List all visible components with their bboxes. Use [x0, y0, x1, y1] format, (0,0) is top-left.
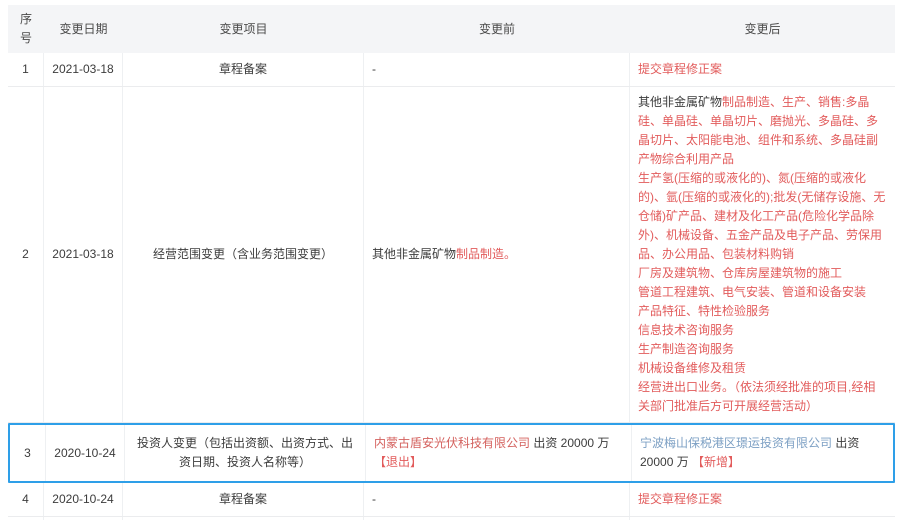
scope-paragraph: 其他非金属矿物制品制造、生产、销售:多晶硅、单晶硅、单晶切片、磨抛光、多晶硅、多…	[638, 93, 887, 169]
table-row: 2 2021-03-18 经营范围变更（含业务范围变更） 其他非金属矿物制品制造…	[8, 87, 895, 423]
cell-before-value: 其他非金属矿物制品制造。	[364, 87, 630, 422]
scope-paragraph: 厂房及建筑物、仓库房屋建筑物的施工	[638, 264, 887, 283]
added-tag: 【新增】	[692, 455, 740, 469]
investment-amount: 出资 20000 万	[530, 436, 609, 450]
cell-change-item: 章程备案	[123, 53, 364, 86]
scope-paragraph: 信息技术咨询服务	[638, 321, 887, 340]
header-col-before: 变更前	[364, 5, 630, 53]
cell-row-no: 2	[8, 87, 44, 422]
cell-after-value: 宁波梅山保税港区璟运投资有限公司 出资 20000 万 【新增】	[632, 425, 893, 481]
table-row: 1 2021-03-18 章程备案 - 提交章程修正案	[8, 53, 895, 87]
cell-change-item: 经营范围变更（含业务范围变更）	[123, 87, 364, 422]
scope-paragraph: 产品特征、特性检验服务	[638, 302, 887, 321]
new-investor-company-link[interactable]: 宁波梅山保税港区璟运投资有限公司	[640, 436, 832, 450]
cell-change-date: 2021-03-18	[44, 87, 123, 422]
exited-investor-company-link[interactable]: 内蒙古盾安光伏科技有限公司	[374, 436, 530, 450]
cell-before-value: -	[364, 53, 630, 86]
scope-paragraph: 机械设备维修及租赁	[638, 359, 887, 378]
cell-row-no: 3	[10, 425, 46, 481]
header-col-after: 变更后	[630, 5, 895, 53]
scope-paragraph: 生产氢(压缩的或液化的)、氮(压缩的或液化的)、氩(压缩的或液化的);批发(无储…	[638, 169, 887, 264]
table-row: 4 2020-10-24 章程备案 - 提交章程修正案	[8, 483, 895, 517]
cell-after-value: 提交章程修正案	[630, 53, 895, 86]
change-records-table: 序号 变更日期 变更项目 变更前 变更后 1 2021-03-18 章程备案 -…	[8, 5, 895, 520]
cell-change-date: 2020-10-24	[44, 483, 123, 516]
scope-paragraph: 经营进出口业务。（依法须经批准的项目,经相关部门批准后方可开展经营活动）	[638, 378, 887, 416]
cell-before-value: -	[364, 483, 630, 516]
exited-tag: 【退出】	[374, 455, 422, 469]
table-row-highlighted[interactable]: 3 2020-10-24 投资人变更（包括出资额、出资方式、出资日期、投资人名称…	[8, 423, 895, 483]
before-scope-text: 其他非金属矿物	[372, 247, 456, 261]
cell-before-value: 内蒙古盾安光伏科技有限公司 出资 20000 万 【退出】	[366, 425, 632, 481]
cell-after-value: 提交章程修正案	[630, 483, 895, 516]
header-col-no: 序号	[8, 5, 44, 53]
header-col-date: 变更日期	[44, 5, 123, 53]
header-col-item: 变更项目	[123, 5, 364, 53]
table-header-row: 序号 变更日期 变更项目 变更前 变更后	[8, 5, 895, 53]
cell-change-date: 2020-10-24	[46, 425, 125, 481]
cell-row-no: 1	[8, 53, 44, 86]
scope-lead-text: 其他非金属矿物	[638, 95, 722, 109]
cell-change-date: 2021-03-18	[44, 53, 123, 86]
scope-paragraph: 生产制造咨询服务	[638, 340, 887, 359]
scope-paragraph: 管道工程建筑、电气安装、管道和设备安装	[638, 283, 887, 302]
cell-row-no: 4	[8, 483, 44, 516]
cell-change-item: 章程备案	[123, 483, 364, 516]
before-scope-diff-text: 制品制造。	[456, 247, 516, 261]
cell-change-item: 投资人变更（包括出资额、出资方式、出资日期、投资人名称等）	[125, 425, 366, 481]
cell-after-value: 其他非金属矿物制品制造、生产、销售:多晶硅、单晶硅、单晶切片、磨抛光、多晶硅、多…	[630, 87, 895, 422]
